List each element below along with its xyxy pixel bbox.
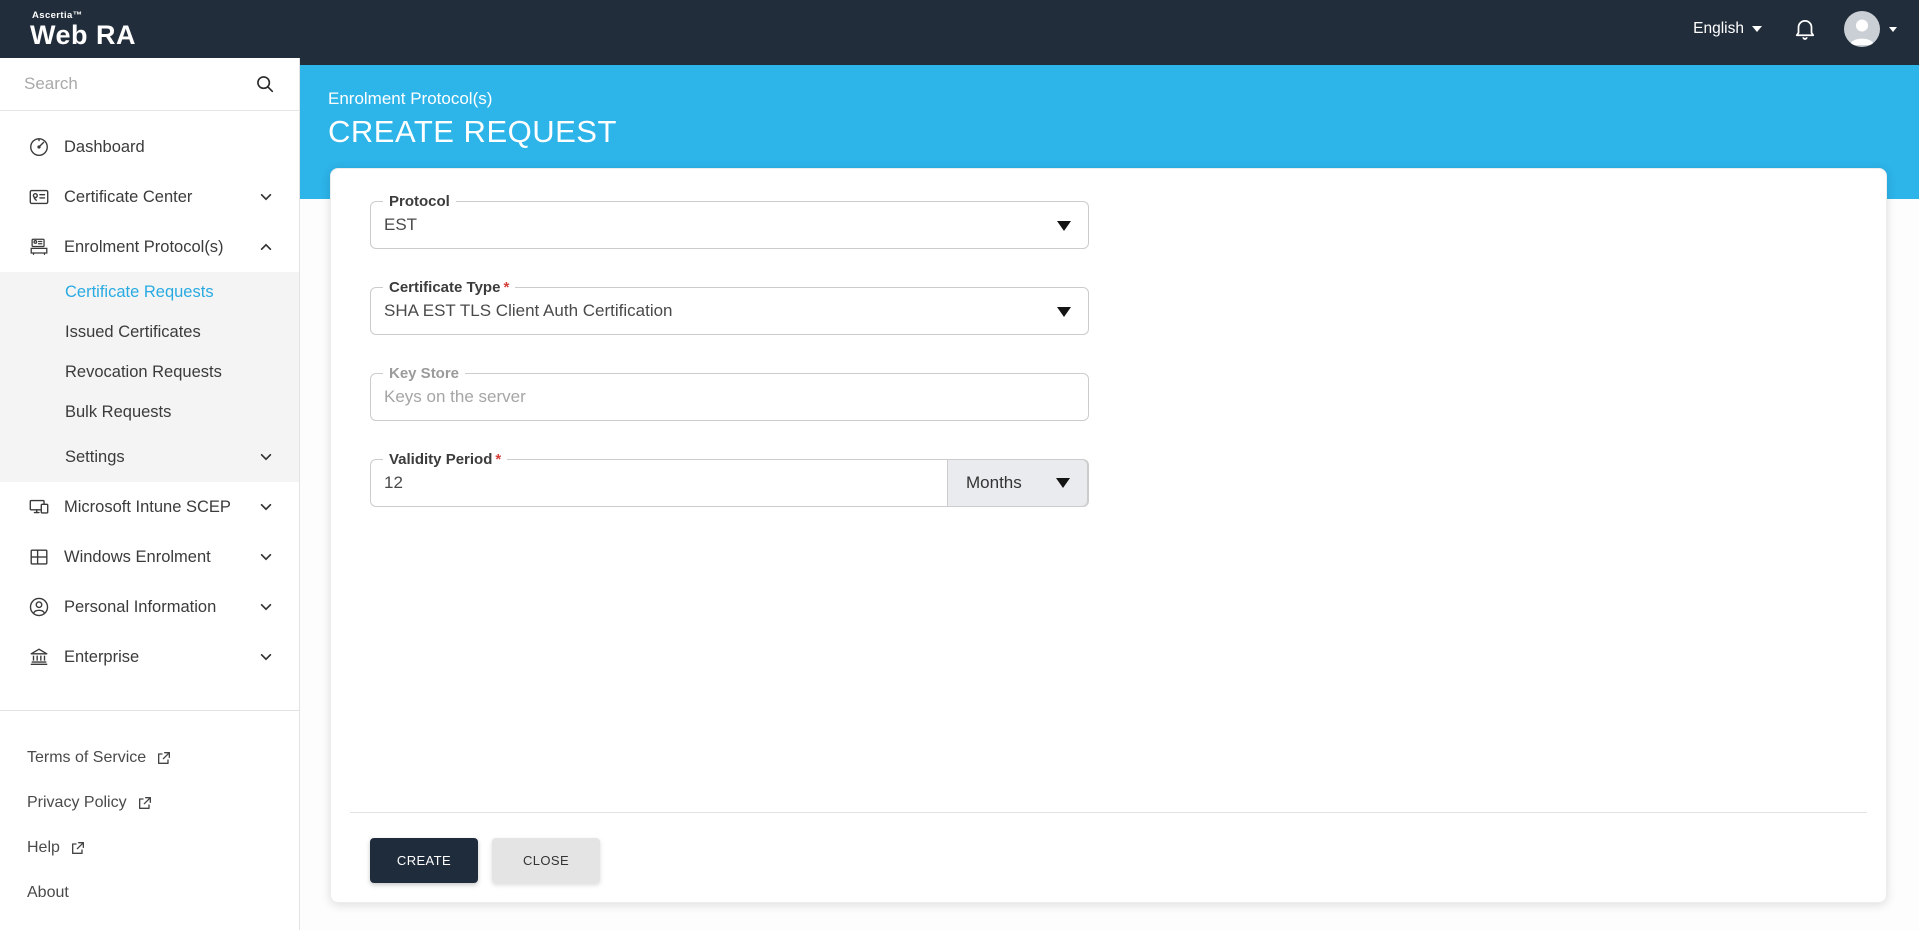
validity-unit-select[interactable]: Months [947,459,1088,507]
field-label: Protocol [383,192,456,212]
sidebar-item-issued-certificates[interactable]: Issued Certificates [0,312,299,352]
breadcrumb: Enrolment Protocol(s) [328,89,493,108]
search-bar [0,58,299,111]
link-label: Privacy Policy [27,793,127,811]
external-link-icon [71,841,84,854]
protocol-select[interactable]: Protocol EST [370,192,1089,249]
page-title: CREATE REQUEST [328,114,617,149]
enrolment-submenu: Certificate Requests Issued Certificates… [0,272,299,482]
validity-unit-value: Months [966,473,1022,492]
certificate-type-select[interactable]: Certificate Type * SHA EST TLS Client Aut… [370,278,1089,335]
search-icon[interactable] [255,74,275,94]
sidebar-item-label: Certificate Center [64,187,193,206]
certificate-icon [27,186,50,208]
create-request-card: Protocol EST Certificate Type * SHA EST T… [330,168,1887,903]
user-menu[interactable] [1844,11,1897,47]
sidebar-item-label: Settings [65,447,125,466]
field-label: Certificate Type * [383,278,516,298]
dropdown-arrow-icon [1057,307,1071,317]
required-marker: * [495,451,502,468]
card-printer-icon [27,236,50,258]
windows-icon [27,546,50,568]
chevron-down-icon [259,190,273,204]
bell-icon [1795,20,1815,40]
search-input[interactable] [24,74,255,94]
sidebar-item-label: Certificate Requests [65,282,214,301]
sidebar-item-personal-information[interactable]: Personal Information [0,582,299,632]
brand-webra: Web RA [30,20,137,51]
brand-logo[interactable]: Ascertia™ Web RA [30,9,136,50]
create-button[interactable]: CREATE [370,838,478,883]
sidebar-item-microsoft-intune-scep[interactable]: Microsoft Intune SCEP [0,482,299,532]
sidebar-item-bulk-requests[interactable]: Bulk Requests [0,392,299,432]
sidebar-item-windows-enrolment[interactable]: Windows Enrolment [0,532,299,582]
dropdown-arrow-icon [1057,221,1071,231]
sidebar-item-dashboard[interactable]: Dashboard [0,122,299,172]
sidebar-item-label: Issued Certificates [65,322,201,341]
language-label: English [1693,20,1744,37]
link-label: Terms of Service [27,748,147,766]
sidebar-item-label: Microsoft Intune SCEP [64,497,231,516]
sidebar-item-label: Revocation Requests [65,362,222,381]
external-link-icon [138,796,151,809]
key-store-field: Key Store Keys on the server [370,364,1089,421]
chevron-down-icon [259,450,273,464]
sidebar-nav: Dashboard Certificate Center Enrolment P… [0,111,299,682]
main-content: Enrolment Protocol(s) CREATE REQUEST Pro… [300,58,1919,930]
required-marker: * [503,279,510,296]
sidebar-footer: Terms of Service Privacy Policy Help Abo… [0,710,299,915]
sidebar: Dashboard Certificate Center [0,58,300,930]
chevron-down-icon [259,650,273,664]
protocol-value: EST [384,215,418,234]
chevron-down-icon [259,500,273,514]
sidebar-item-label: Personal Information [64,597,217,616]
bank-icon [27,646,50,668]
sidebar-item-label: Enterprise [64,647,140,666]
link-label: About [27,883,69,901]
sidebar-item-enrolment-protocols[interactable]: Enrolment Protocol(s) [0,222,299,272]
chevron-down-icon [1752,26,1762,32]
link-label: Help [27,838,60,856]
sidebar-item-certificate-center[interactable]: Certificate Center [0,172,299,222]
create-request-form: Protocol EST Certificate Type * SHA EST T… [350,192,1867,507]
sidebar-item-settings[interactable]: Settings [0,432,299,482]
field-label: Key Store [383,364,466,384]
sidebar-item-certificate-requests[interactable]: Certificate Requests [0,272,299,312]
brand-ascertia: Ascertia™ [32,9,83,21]
sidebar-item-revocation-requests[interactable]: Revocation Requests [0,352,299,392]
avatar [1844,11,1880,47]
sidebar-item-label: Enrolment Protocol(s) [64,237,224,256]
form-actions: CREATE CLOSE [350,838,1867,883]
dropdown-arrow-icon [1056,478,1070,488]
notifications-button[interactable] [1792,16,1818,42]
chevron-down-icon [259,600,273,614]
close-button[interactable]: CLOSE [492,838,600,883]
chevron-down-icon [1889,26,1897,32]
terms-of-service-link[interactable]: Terms of Service [0,735,299,780]
external-link-icon [158,751,171,764]
top-navbar: Ascertia™ Web RA English [0,0,1919,58]
language-selector[interactable]: English [1693,20,1762,38]
sidebar-item-label: Bulk Requests [65,402,172,421]
sidebar-item-enterprise[interactable]: Enterprise [0,632,299,682]
privacy-policy-link[interactable]: Privacy Policy [0,780,299,825]
chevron-down-icon [259,550,273,564]
about-link[interactable]: About [0,870,299,915]
chevron-up-icon [259,240,273,254]
field-label: Validity Period * [383,450,508,470]
navbar-right: English [1693,11,1897,47]
sidebar-item-label: Windows Enrolment [64,547,211,566]
devices-icon [27,496,50,518]
form-divider [350,812,1867,813]
key-store-value: Keys on the server [384,387,526,406]
help-link[interactable]: Help [0,825,299,870]
validity-period-field: Validity Period * 12 Months [370,450,1089,507]
person-icon [27,596,50,618]
gauge-icon [27,136,50,158]
sidebar-item-label: Dashboard [64,137,145,156]
navbar-shadow-strip [300,58,1919,65]
